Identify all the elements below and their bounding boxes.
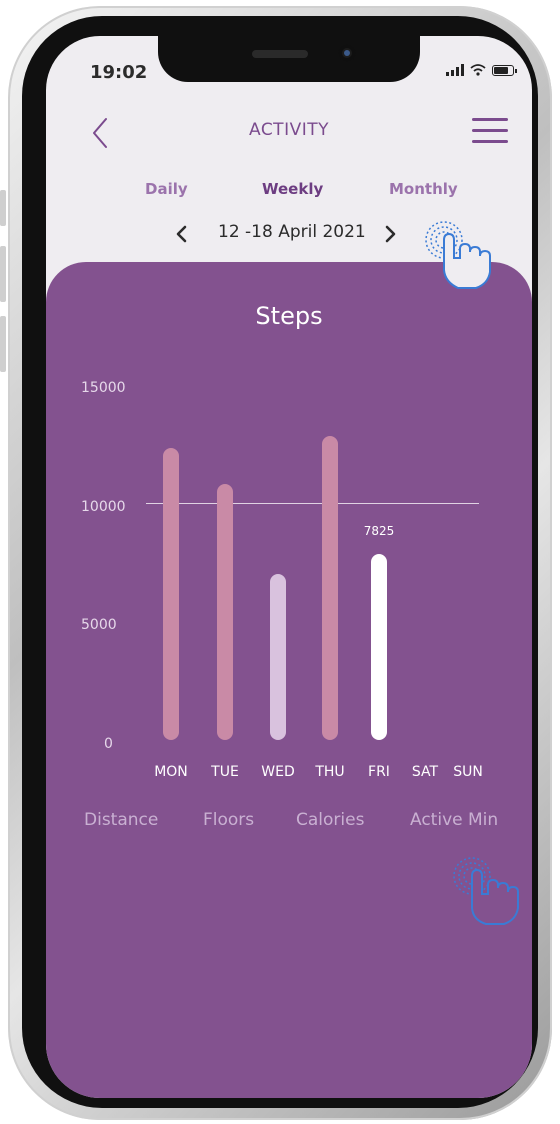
tab-weekly[interactable]: Weekly — [262, 180, 323, 198]
page-title: ACTIVITY — [248, 120, 329, 140]
x-tick-label: SUN — [453, 764, 483, 780]
status-icons — [446, 64, 517, 76]
menu-button[interactable] — [472, 116, 508, 146]
side-button-volume-up — [0, 246, 6, 302]
side-button-volume-down — [0, 316, 6, 372]
y-tick-label: 10000 — [81, 498, 126, 515]
metric-distance[interactable]: Distance — [84, 810, 158, 830]
y-tick-label: 5000 — [81, 617, 117, 634]
tap-gesture-icon — [453, 857, 519, 925]
y-tick-label: 15000 — [81, 380, 126, 396]
x-tick-label: MON — [154, 764, 188, 780]
goal-line — [146, 502, 479, 504]
tap-gesture-icon-top — [425, 221, 491, 289]
chart-title: Steps — [255, 302, 323, 330]
x-tick-label: TUE — [211, 764, 239, 780]
x-tick-label: WED — [261, 764, 295, 780]
speaker — [252, 50, 308, 58]
wifi-icon — [470, 64, 486, 76]
date-range: 12 -18 April 2021 — [218, 222, 366, 242]
metric-active-min[interactable]: Active Min — [410, 810, 498, 830]
bar-mon[interactable] — [163, 448, 179, 740]
notch — [158, 36, 420, 82]
tab-daily[interactable]: Daily — [145, 180, 188, 198]
side-button-mute — [0, 190, 6, 226]
phone-screen: 19:02 ACTIVITY Daily Weekly Monthly 12 -… — [46, 36, 532, 1098]
period-tabs: Daily Weekly Monthly — [46, 180, 532, 200]
previous-week-button[interactable] — [174, 224, 190, 244]
status-time: 19:02 — [90, 62, 148, 83]
metric-floors[interactable]: Floors — [203, 810, 254, 830]
chevron-right-icon — [385, 225, 396, 243]
steps-card: Steps 0 5000 10000 15000 MON TUE WED THU 7825 FRI… — [46, 262, 532, 1098]
bar-tue[interactable] — [217, 483, 233, 740]
bar-value-label: 7825 — [363, 524, 395, 539]
bar-thu[interactable] — [322, 436, 338, 740]
signal-icon — [446, 64, 464, 76]
next-week-button[interactable] — [382, 224, 398, 244]
x-tick-label: FRI — [368, 764, 390, 780]
battery-icon — [492, 64, 517, 76]
metric-calories[interactable]: Calories — [296, 810, 364, 830]
y-tick-label: 0 — [104, 736, 113, 752]
front-camera — [338, 44, 356, 62]
x-tick-label: THU — [315, 764, 345, 780]
bar-fri[interactable] — [371, 554, 387, 740]
hamburger-icon — [472, 118, 508, 121]
bar-wed[interactable] — [270, 573, 286, 740]
chevron-left-icon — [176, 225, 187, 243]
tab-monthly[interactable]: Monthly — [389, 180, 458, 198]
